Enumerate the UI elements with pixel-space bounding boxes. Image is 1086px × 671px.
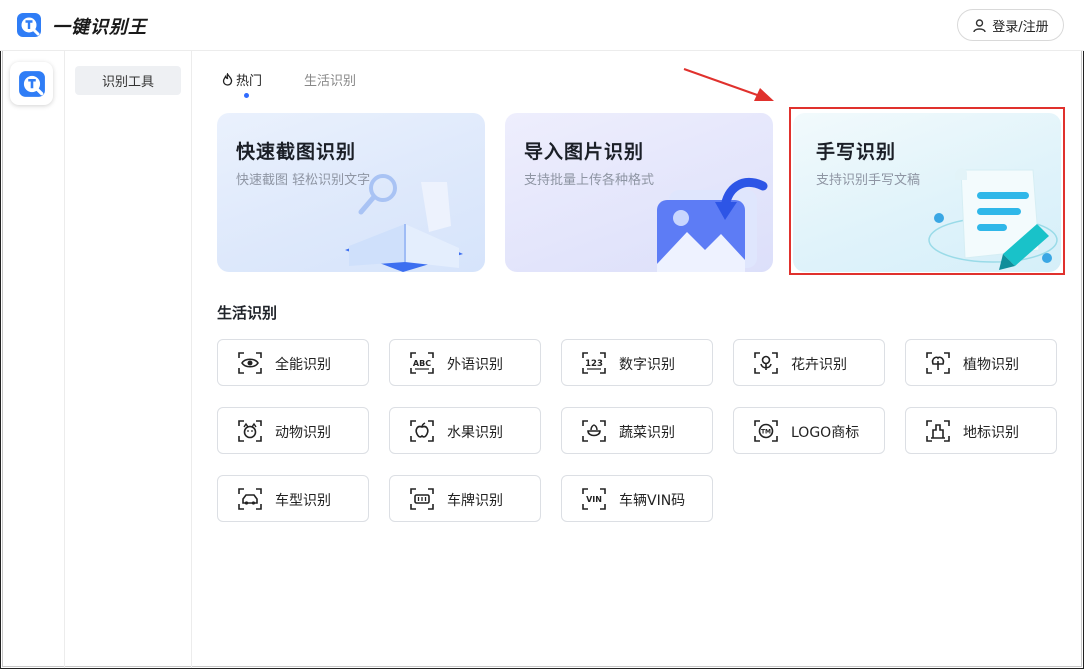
sidebar-item-recognition-tools[interactable]: 识别工具 [75, 66, 181, 95]
vin-icon: VIN [582, 488, 606, 510]
tool-vegetable[interactable]: 蔬菜识别 [561, 407, 713, 454]
card-handwriting-recognition[interactable]: 手写识别 支持识别手写文稿 [793, 113, 1061, 272]
vegetable-icon [582, 420, 606, 442]
login-button[interactable]: 登录/注册 [957, 9, 1064, 41]
svg-text:TM: TM [761, 429, 771, 436]
tool-label: 植物识别 [963, 357, 1019, 373]
card-import-image-recognition[interactable]: 导入图片识别 支持批量上传各种格式 [505, 113, 773, 272]
tool-flower[interactable]: 花卉识别 [733, 339, 885, 386]
landmark-icon [926, 420, 950, 442]
app-title: 一键识别王 [52, 17, 147, 38]
tool-label: LOGO商标 [791, 425, 860, 441]
tool-label: 外语识别 [447, 357, 503, 373]
tool-label: 数字识别 [619, 357, 675, 373]
tool-label: 蔬菜识别 [619, 425, 675, 441]
svg-text:VIN: VIN [586, 495, 602, 504]
card-title: 手写识别 [816, 141, 897, 163]
fruit-icon [410, 420, 434, 442]
card-screenshot-recognition[interactable]: 快速截图识别 快速截图 轻松识别文字 [217, 113, 485, 272]
svg-text:ABC: ABC [413, 359, 431, 368]
tab-hot-label: 热门 [236, 74, 263, 89]
tool-fruit[interactable]: 水果识别 [389, 407, 541, 454]
handwritten-document-illustration [928, 168, 1058, 270]
sidebar: 识别工具 [65, 51, 192, 668]
tool-label: 车型识别 [275, 493, 331, 509]
tool-logo-trademark[interactable]: TM LOGO商标 [733, 407, 885, 454]
tool-label: 水果识别 [447, 425, 503, 441]
red-arrow-annotation [683, 68, 774, 101]
license-plate-icon [410, 488, 434, 510]
plant-icon [926, 352, 950, 374]
login-label: 登录/注册 [992, 19, 1049, 35]
user-icon [973, 18, 986, 32]
tool-landmark[interactable]: 地标识别 [905, 407, 1057, 454]
app-logo-icon [17, 13, 41, 37]
tool-label: 花卉识别 [791, 357, 847, 373]
tab-hot[interactable]: 热门 [222, 70, 262, 89]
eye-icon [238, 352, 262, 374]
tool-label: 车辆VIN码 [619, 493, 686, 509]
left-rail [0, 51, 65, 668]
car-icon [238, 488, 262, 510]
tool-foreign-language[interactable]: ABC 外语识别 [389, 339, 541, 386]
svg-text:123: 123 [585, 359, 603, 369]
flame-icon [222, 73, 233, 86]
tool-car-model[interactable]: 车型识别 [217, 475, 369, 522]
card-subtitle: 支持批量上传各种格式 [524, 173, 655, 188]
card-subtitle: 支持识别手写文稿 [816, 173, 921, 188]
trademark-icon: TM [754, 420, 778, 442]
card-title: 快速截图识别 [236, 141, 357, 163]
tool-animal[interactable]: 动物识别 [217, 407, 369, 454]
top-bar: 一键识别王 登录/注册 [0, 0, 1084, 51]
tool-label: 全能识别 [275, 357, 331, 373]
tool-license-plate[interactable]: 车牌识别 [389, 475, 541, 522]
image-upload-illustration [657, 177, 768, 272]
book-magnifier-illustration [345, 174, 463, 272]
active-tab-indicator [244, 93, 249, 98]
tool-label: 动物识别 [275, 425, 331, 441]
section-title: 生活识别 [217, 304, 278, 322]
tool-label: 地标识别 [963, 425, 1019, 441]
123-icon: 123 [582, 352, 606, 374]
rail-app-button[interactable] [10, 62, 53, 105]
tool-plant[interactable]: 植物识别 [905, 339, 1057, 386]
card-title: 导入图片识别 [524, 141, 645, 163]
animal-icon [238, 420, 262, 442]
tab-life[interactable]: 生活识别 [304, 70, 356, 89]
abc-icon: ABC [410, 352, 434, 374]
flower-icon [754, 352, 778, 374]
tool-number[interactable]: 123 数字识别 [561, 339, 713, 386]
app-logo-icon [18, 70, 45, 97]
tool-vin-code[interactable]: VIN 车辆VIN码 [561, 475, 713, 522]
tool-label: 车牌识别 [447, 493, 503, 509]
tool-all-purpose[interactable]: 全能识别 [217, 339, 369, 386]
